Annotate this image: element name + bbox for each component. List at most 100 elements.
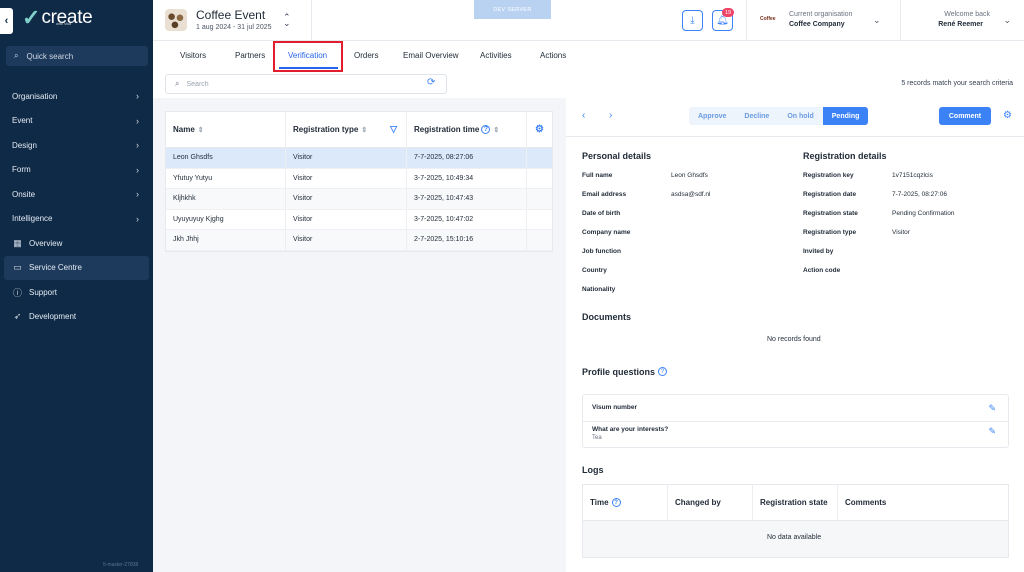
column-header-registration-type[interactable]: Registration type ⇕ ▽ [286,112,407,147]
column-header-registration-time[interactable]: Registration time? ⇕ [407,112,527,147]
table-row[interactable]: Yfutuy Yutyu Visitor 3-7-2025, 10:49:34 [166,168,552,189]
rocket-icon: ➶ [13,311,22,322]
sidebar-item-label: Organisation [12,91,58,101]
table-row[interactable]: Leon Ghsdfs Visitor 7-7-2025, 08:27:06 [166,148,552,169]
header-divider [311,0,312,41]
quick-search-label: Quick search [26,51,74,61]
table-row[interactable]: Jkh Jhhj Visitor 2-7-2025, 15:10:16 [166,230,552,251]
logo-mark-icon: ✓ [22,5,41,30]
event-switch-icon[interactable]: ⌃ ⌄ [283,13,291,28]
sidebar-item-organisation[interactable]: Organisation › [0,84,153,109]
header-divider [900,0,901,41]
collapse-sidebar-button[interactable]: ‹ [0,8,13,34]
list-divider [583,421,1008,422]
column-header-time[interactable]: Time? [583,485,668,520]
sidebar-nav: Organisation › Event › Design › Form › O… [0,84,153,329]
previous-record-button[interactable]: ‹ [582,110,585,121]
cell-empty [527,148,552,168]
sidebar-item-intelligence[interactable]: Intelligence › [0,207,153,232]
help-icon[interactable]: ? [611,498,621,507]
question-label: Visum number [592,404,638,411]
tab-partners[interactable]: Partners [235,51,265,60]
cell-time: 7-7-2025, 08:27:06 [407,148,527,168]
table-row[interactable]: Uyuyuyuy Kjghg Visitor 3-7-2025, 10:47:0… [166,209,552,230]
approve-button[interactable]: Approve [689,107,735,125]
registration-details-title: Registration details [803,151,887,161]
on-hold-button[interactable]: On hold [778,107,822,125]
field-label: Registration type [803,229,857,236]
tab-email-overview[interactable]: Email Overview [403,51,459,60]
organisation-name[interactable]: Coffee Company [789,21,845,28]
tab-activities[interactable]: Activities [480,51,512,60]
chevron-right-icon: › [136,213,139,224]
organisation-label: Current organisation [789,11,853,18]
search-bar: ⌕ ⟳ 5 records match your search criteria [153,72,1024,98]
sidebar-item-label: Development [29,312,77,322]
tab-visitors[interactable]: Visitors [180,51,206,60]
search-input[interactable] [186,80,407,88]
cell-type: Visitor [286,148,407,168]
help-icon[interactable]: ? [658,367,667,376]
cell-name: Jkh Jhhj [166,230,286,250]
help-icon[interactable]: ? [481,125,491,134]
event-title[interactable]: Coffee Event [196,8,265,22]
logs-title: Logs [582,465,604,475]
sidebar-item-form[interactable]: Form › [0,158,153,183]
download-button[interactable]: ⤓ [682,10,703,31]
cell-time: 3-7-2025, 10:47:02 [407,209,527,229]
list-item: Visum number [583,404,1008,411]
sort-icon: ⇕ [197,126,204,134]
filter-icon[interactable]: ▽ [390,124,397,135]
sidebar-item-event[interactable]: Event › [0,109,153,134]
id-card-icon: ▭ [13,262,22,273]
sidebar-item-development[interactable]: ➶ Development [0,305,153,330]
chevron-down-icon[interactable]: ⌄ [1003,15,1011,26]
user-name[interactable]: René Reemer [938,21,983,28]
field-value: Pending Confirmation [892,210,955,217]
decline-button[interactable]: Decline [735,107,778,125]
refresh-icon[interactable]: ⟳ [427,77,435,88]
event-dates: 1 aug 2024 - 31 jul 2025 [196,24,272,31]
quick-search[interactable]: ⌕ Quick search [6,46,148,66]
sidebar-item-label: Support [29,287,58,297]
edit-icon[interactable]: ✎ [988,403,996,414]
table-settings-button[interactable]: ⚙ [527,112,552,147]
field-value: 7-7-2025, 08:27:06 [892,191,947,198]
table-row[interactable]: Kljhkhk Visitor 3-7-2025, 10:47:43 [166,189,552,210]
field-label: Job function [582,248,621,255]
sidebar-item-service-centre[interactable]: ▭ Service Centre [4,255,149,280]
cell-time: 3-7-2025, 10:47:43 [407,189,527,209]
next-record-button[interactable]: › [609,110,612,121]
cell-type: Visitor [286,168,407,188]
field-label: Invited by [803,248,834,255]
cell-empty [527,230,552,250]
column-header-registration-state[interactable]: Registration state [753,485,838,520]
sidebar-item-design[interactable]: Design › [0,133,153,158]
chevron-right-icon: › [136,91,139,102]
sidebar-item-support[interactable]: ⓘ Support [0,280,153,305]
tab-actions[interactable]: Actions [540,51,566,60]
field-label: Country [582,267,607,274]
sidebar-item-label: Design [12,140,37,150]
organisation-logo: Coffee [760,16,776,22]
gear-icon[interactable]: ⚙ [1003,110,1012,121]
edit-icon[interactable]: ✎ [988,426,996,437]
search-icon: ⌕ [14,51,19,60]
tab-highlight-box [273,41,343,72]
documents-title: Documents [582,312,632,322]
sidebar-item-overview[interactable]: ▦ Overview [0,231,153,256]
column-header-name[interactable]: Name ⇕ [166,112,286,147]
event-logo [165,9,187,31]
chevron-down-icon[interactable]: ⌄ [873,15,881,26]
logo-subtitle: with visit [56,21,72,26]
tab-orders[interactable]: Orders [354,51,378,60]
column-header-changed-by[interactable]: Changed by [668,485,753,520]
table-body: Leon Ghsdfs Visitor 7-7-2025, 08:27:06 Y… [166,148,552,251]
column-header-comments[interactable]: Comments [838,485,1008,520]
profile-questions-title: Profile questions [582,367,656,377]
comment-button[interactable]: Comment [939,107,991,125]
top-header: Coffee Event 1 aug 2024 - 31 jul 2025 ⌃ ⌄… [153,0,1024,41]
pending-button[interactable]: Pending [822,107,869,125]
field-label: Email address [582,191,627,198]
sidebar-item-onsite[interactable]: Onsite › [0,182,153,207]
